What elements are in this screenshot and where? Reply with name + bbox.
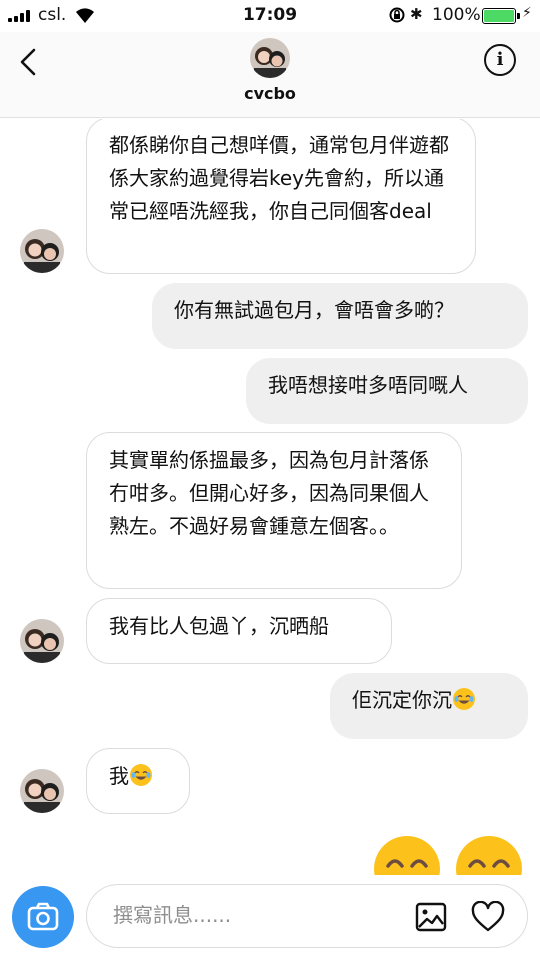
- message-bubble-incoming[interactable]: 其實單約係搵最多，因為包月計落係冇咁多。但開心好多，因為同果個人熟左。不過好易會…: [86, 432, 462, 589]
- info-button[interactable]: i: [484, 44, 516, 76]
- sender-avatar[interactable]: [20, 769, 64, 813]
- message-text: 我: [109, 764, 129, 788]
- message-bubble-outgoing[interactable]: 佢沉定你沉: [330, 673, 528, 739]
- back-arrow-icon[interactable]: [14, 44, 44, 80]
- battery-icon: [482, 8, 520, 24]
- message-composer: [86, 884, 528, 948]
- camera-icon: [27, 902, 59, 931]
- bluetooth-icon: ✱: [410, 5, 423, 23]
- message-bubble-outgoing[interactable]: 你有無試過包月，會唔會多啲？: [152, 283, 528, 349]
- sender-avatar[interactable]: [20, 229, 64, 273]
- message-text: 你有無試過包月，會唔會多啲？: [174, 298, 454, 322]
- message-thread[interactable]: 都係睇你自己想咩價，通常包月伴遊都係大家約過覺得岩key先會約，所以通常已經唔洗…: [0, 119, 540, 875]
- status-bar: csl. 17:09 ✱ 100% ⚡: [0, 0, 540, 32]
- message-text: 佢沉定你沉: [352, 688, 452, 712]
- gallery-icon[interactable]: [415, 901, 447, 933]
- message-bubble-outgoing[interactable]: 我唔想接咁多唔同嘅人: [246, 358, 528, 424]
- message-input[interactable]: [113, 903, 393, 927]
- charging-icon: ⚡: [522, 5, 532, 21]
- message-text: 都係睇你自己想咩價，通常包月伴遊都係大家約過覺得岩key先會約，所以通常已經唔洗…: [109, 133, 449, 223]
- contact-avatar[interactable]: [250, 38, 290, 78]
- message-bubble-incoming[interactable]: 都係睇你自己想咩價，通常包月伴遊都係大家約過覺得岩key先會約，所以通常已經唔洗…: [86, 119, 476, 274]
- heart-icon[interactable]: [471, 901, 505, 933]
- battery-percentage: 100%: [432, 5, 481, 25]
- message-text: 我唔想接咁多唔同嘅人: [268, 373, 468, 397]
- joy-emoji-icon[interactable]: [454, 834, 524, 875]
- sender-avatar[interactable]: [20, 619, 64, 663]
- conversation-header: cvcbo i: [0, 32, 540, 118]
- message-bubble-incoming[interactable]: 我有比人包過丫，沉晒船: [86, 598, 392, 664]
- joy-emoji-icon: [453, 688, 475, 710]
- message-bubble-incoming[interactable]: 我: [86, 748, 190, 814]
- joy-emoji-icon: [130, 764, 152, 786]
- contact-username[interactable]: cvcbo: [0, 84, 540, 103]
- joy-emoji-icon[interactable]: [372, 834, 442, 875]
- camera-button[interactable]: [12, 886, 74, 948]
- message-text: 我有比人包過丫，沉晒船: [109, 614, 329, 638]
- rotation-lock-icon: [389, 7, 405, 23]
- message-text: 其實單約係搵最多，因為包月計落係冇咁多。但開心好多，因為同果個人熟左。不過好易會…: [109, 448, 429, 538]
